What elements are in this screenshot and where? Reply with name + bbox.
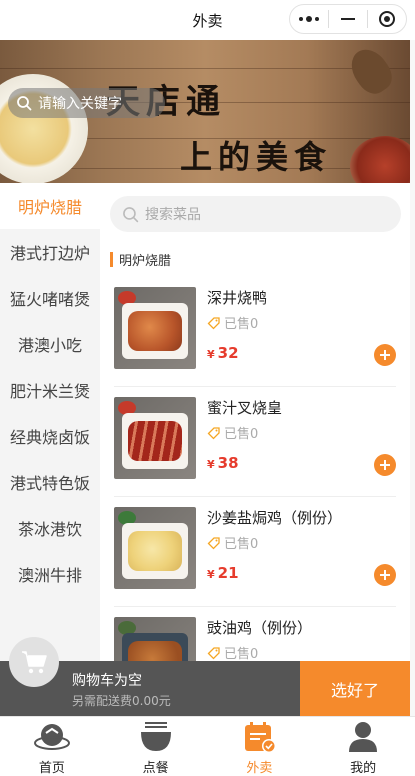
product-item[interactable]: 豉油鸡（例份） 已售0: [114, 617, 396, 661]
more-button[interactable]: [290, 5, 328, 33]
more-dots-icon: [299, 16, 319, 22]
product-sold: 已售0: [207, 533, 258, 552]
tab-mine[interactable]: 我的: [311, 717, 415, 776]
banner-slogan-line2: 上的美食: [180, 138, 333, 176]
category-item[interactable]: 港式打边炉: [0, 229, 100, 275]
product-image: [114, 617, 196, 661]
category-item[interactable]: 猛火啫啫煲: [0, 275, 100, 321]
cart-empty-text: 购物车为空: [72, 673, 142, 689]
bottom-tab-bar: 首页 点餐 外卖 我的: [0, 716, 415, 776]
tag-icon: [207, 536, 220, 549]
meat-plate-image: [350, 136, 410, 183]
category-item[interactable]: 茶冰港饮: [0, 505, 100, 551]
promo-banner: 天店通 上的美食 请输入关键字: [0, 40, 410, 183]
home-icon: [33, 724, 70, 750]
product-sold: 已售0: [207, 423, 258, 442]
tag-icon: [207, 646, 220, 659]
plus-icon: [380, 350, 390, 360]
minimize-button[interactable]: [329, 5, 367, 33]
tab-home[interactable]: 首页: [0, 717, 104, 776]
product-sold: 已售0: [207, 313, 258, 332]
delivery-fee-text: 另需配送费0.00元: [72, 694, 171, 708]
product-item[interactable]: 蜜汁叉烧皇 已售0 ¥38: [114, 397, 396, 497]
add-to-cart-button[interactable]: [374, 344, 396, 366]
section-title: 明炉烧腊: [110, 251, 171, 269]
product-image: [114, 507, 196, 589]
product-image: [114, 287, 196, 369]
product-price: ¥32: [207, 344, 239, 362]
user-icon: [349, 722, 378, 752]
product-name: 蜜汁叉烧皇: [207, 399, 283, 417]
plus-icon: [380, 570, 390, 580]
scroll-edge: [410, 40, 415, 716]
tab-takeout[interactable]: 外卖: [208, 717, 312, 776]
mini-program-capsule: [289, 4, 407, 34]
checkout-button[interactable]: 选好了: [300, 661, 410, 716]
section-marker: [110, 251, 113, 267]
category-item[interactable]: 明炉烧腊: [0, 183, 100, 229]
product-name: 沙姜盐焗鸡（例份）: [207, 509, 343, 527]
calendar-icon: [245, 722, 277, 753]
product-item[interactable]: 沙姜盐焗鸡（例份） 已售0 ¥21: [114, 507, 396, 607]
product-price: ¥21: [207, 564, 239, 582]
add-to-cart-button[interactable]: [374, 454, 396, 476]
banner-search-input[interactable]: 请输入关键字: [8, 88, 165, 118]
search-icon: [17, 96, 32, 111]
add-to-cart-button[interactable]: [374, 564, 396, 586]
category-item[interactable]: 港式特色饭: [0, 459, 100, 505]
tag-icon: [207, 316, 220, 329]
target-icon: [379, 11, 395, 27]
product-image: [114, 397, 196, 479]
cutting-board-image: [343, 42, 399, 100]
product-sold: 已售0: [207, 643, 258, 661]
product-name: 豉油鸡（例份）: [207, 619, 313, 637]
category-sidebar: 明炉烧腊 港式打边炉 猛火啫啫煲 港澳小吃 肥汁米兰煲 经典烧卤饭 港式特色饭 …: [0, 183, 100, 661]
product-list-panel: 搜索菜品 明炉烧腊 深井烧鸭 已售0 ¥32 蜜汁叉烧皇 已售0 ¥ 38 沙姜…: [100, 183, 410, 661]
product-price: ¥38: [207, 454, 239, 472]
product-item[interactable]: 深井烧鸭 已售0 ¥32: [114, 287, 396, 387]
category-item[interactable]: 肥汁米兰煲: [0, 367, 100, 413]
top-nav-bar: 外卖: [0, 0, 415, 40]
cart-bar: 购物车为空 另需配送费0.00元 选好了: [0, 637, 410, 716]
bowl-icon: [140, 722, 171, 751]
dish-search-placeholder: 搜索菜品: [145, 207, 201, 223]
category-item[interactable]: 港澳小吃: [0, 321, 100, 367]
minus-icon: [341, 18, 355, 20]
cart-button[interactable]: [9, 637, 59, 687]
category-item[interactable]: 澳洲牛排: [0, 551, 100, 597]
banner-search-placeholder: 请输入关键字: [38, 96, 122, 112]
close-button[interactable]: [368, 5, 406, 33]
category-item[interactable]: 经典烧卤饭: [0, 413, 100, 459]
tag-icon: [207, 426, 220, 439]
product-name: 深井烧鸭: [207, 289, 268, 307]
search-icon: [123, 206, 139, 222]
shopping-cart-icon: [22, 651, 47, 674]
dish-search-input[interactable]: 搜索菜品: [110, 196, 401, 232]
plus-icon: [380, 460, 390, 470]
tab-order[interactable]: 点餐: [104, 717, 208, 776]
